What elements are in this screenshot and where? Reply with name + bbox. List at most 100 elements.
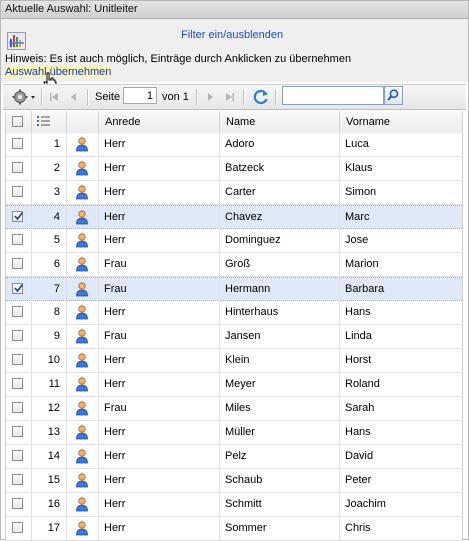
row-select-cell[interactable] [6, 133, 32, 156]
user-icon[interactable] [75, 185, 89, 200]
row-checkbox[interactable] [12, 402, 23, 413]
row-checkbox[interactable] [12, 522, 23, 533]
user-icon[interactable] [75, 329, 89, 344]
first-page-icon[interactable] [47, 88, 61, 106]
row-checkbox[interactable] [12, 186, 23, 197]
row-select-cell[interactable] [6, 157, 32, 180]
name-value: Jansen [225, 330, 261, 342]
row-select-cell[interactable] [6, 469, 32, 492]
row-checkbox[interactable] [12, 258, 23, 269]
user-icon[interactable] [75, 282, 89, 297]
row-select-cell[interactable] [6, 325, 32, 348]
user-icon[interactable] [75, 473, 89, 488]
vorname-value: Joachim [345, 498, 386, 510]
prev-page-icon[interactable] [67, 88, 81, 106]
page-number-input[interactable]: 1 [123, 87, 157, 104]
row-checkbox[interactable] [12, 474, 23, 485]
user-icon[interactable] [75, 161, 89, 176]
row-select-cell[interactable] [6, 229, 32, 252]
table-row[interactable]: 12 Frau Miles Sarah [6, 397, 462, 421]
table-row[interactable]: 6 Frau Groß Marion [6, 253, 462, 277]
table-row[interactable]: 11 Herr Meyer Roland [6, 373, 462, 397]
row-select-cell[interactable] [6, 445, 32, 468]
table-row[interactable]: 3 Herr Carter Simon [6, 181, 462, 205]
table-row[interactable]: 2 Herr Batzeck Klaus [6, 157, 462, 181]
row-select-cell[interactable] [6, 301, 32, 324]
row-checkbox[interactable] [12, 138, 23, 149]
row-select-cell[interactable] [6, 206, 32, 229]
name-cell: Schmitt [220, 493, 340, 516]
row-select-cell[interactable] [6, 373, 32, 396]
table-row[interactable]: 17 Herr Sommer Chris [6, 517, 462, 541]
row-select-cell[interactable] [6, 421, 32, 444]
table-row[interactable]: 9 Frau Jansen Linda [6, 325, 462, 349]
toolbar-separator [87, 89, 89, 105]
row-select-cell[interactable] [6, 181, 32, 204]
header-vorname[interactable]: Vorname [340, 111, 462, 133]
gear-icon[interactable] [11, 88, 37, 106]
vorname-cell: Hans [340, 421, 462, 444]
table-row[interactable]: 5 Herr Dominguez Jose [6, 229, 462, 253]
table-row[interactable]: 15 Herr Schaub Peter [6, 469, 462, 493]
accept-selection-link[interactable]: Auswahl übernehmen [5, 66, 112, 78]
row-checkbox[interactable] [12, 306, 23, 317]
user-icon[interactable] [75, 377, 89, 392]
table-row[interactable]: 4 Herr Chavez Marc [6, 205, 462, 229]
row-checkbox[interactable] [12, 330, 23, 341]
row-select-cell[interactable] [6, 517, 32, 540]
chart-tool-icon[interactable] [7, 32, 26, 50]
user-icon[interactable] [75, 401, 89, 416]
row-number: 16 [47, 498, 60, 510]
user-icon[interactable] [75, 257, 89, 272]
row-checkbox[interactable] [12, 378, 23, 389]
vorname-cell: Linda [340, 325, 462, 348]
row-checkbox[interactable] [12, 234, 23, 245]
table-row[interactable]: 7 Frau Hermann Barbara [6, 277, 462, 301]
row-checkbox[interactable] [12, 354, 23, 365]
row-select-cell[interactable] [6, 397, 32, 420]
header-select-all[interactable] [6, 111, 32, 133]
refresh-icon[interactable] [251, 88, 271, 106]
name-cell: Miles [220, 397, 340, 420]
user-icon[interactable] [75, 425, 89, 440]
table-row[interactable]: 8 Herr Hinterhaus Hans [6, 301, 462, 325]
row-checkbox[interactable] [12, 450, 23, 461]
next-page-icon[interactable] [203, 88, 217, 106]
user-icon[interactable] [75, 497, 89, 512]
user-icon[interactable] [75, 305, 89, 320]
table-row[interactable]: 1 Herr Adoro Luca [6, 133, 462, 157]
row-checkbox[interactable] [12, 162, 23, 173]
row-select-cell[interactable] [6, 493, 32, 516]
row-icon-cell [67, 373, 99, 396]
table-row[interactable]: 16 Herr Schmitt Joachim [6, 493, 462, 517]
header-anrede[interactable]: Anrede [99, 111, 220, 133]
user-icon[interactable] [75, 449, 89, 464]
header-name[interactable]: Name [220, 111, 340, 133]
user-icon[interactable] [75, 353, 89, 368]
select-all-checkbox[interactable] [12, 116, 23, 127]
user-icon[interactable] [75, 521, 89, 536]
vorname-cell: Luca [340, 133, 462, 156]
header-row-number[interactable] [32, 111, 67, 133]
row-checkbox[interactable] [12, 211, 24, 222]
row-number-cell: 10 [32, 349, 67, 372]
last-page-icon[interactable] [223, 88, 237, 106]
table-row[interactable]: 14 Herr Pelz David [6, 445, 462, 469]
name-cell: Klein [220, 349, 340, 372]
row-checkbox[interactable] [12, 498, 23, 509]
name-cell: Meyer [220, 373, 340, 396]
search-input[interactable] [282, 86, 384, 105]
user-icon[interactable] [75, 137, 89, 152]
row-select-cell[interactable] [6, 253, 32, 276]
user-icon[interactable] [75, 233, 89, 248]
row-checkbox[interactable] [12, 426, 23, 437]
row-select-cell[interactable] [6, 349, 32, 372]
table-row[interactable]: 13 Herr Müller Hans [6, 421, 462, 445]
table-row[interactable]: 10 Herr Klein Horst [6, 349, 462, 373]
row-select-cell[interactable] [6, 278, 32, 301]
filter-toggle-link[interactable]: Filter ein/ausblenden [181, 29, 283, 41]
name-value: Sommer [225, 522, 267, 534]
user-icon[interactable] [75, 210, 89, 225]
search-icon[interactable] [384, 86, 403, 105]
row-checkbox[interactable] [12, 283, 24, 294]
